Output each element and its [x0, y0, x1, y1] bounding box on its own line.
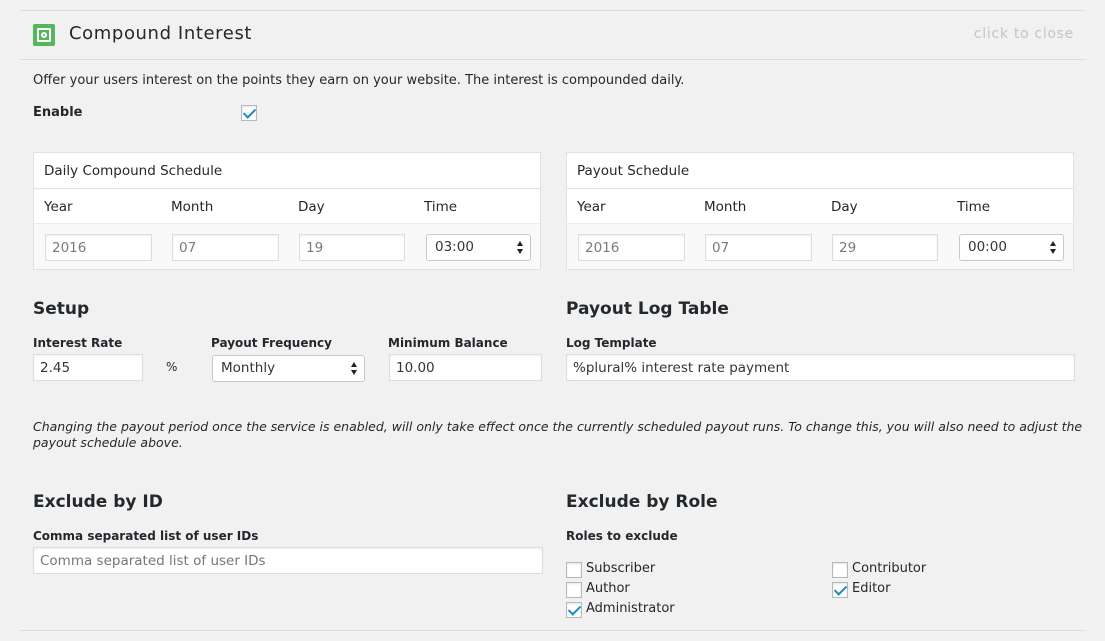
minimum-balance-label: Minimum Balance	[388, 336, 508, 350]
role-subscriber-checkbox[interactable]	[566, 562, 582, 578]
exclude-by-id-heading: Exclude by ID	[33, 492, 163, 512]
exclude-ids-input[interactable]	[33, 547, 543, 574]
payout-time-select[interactable]: 00:00	[959, 234, 1064, 261]
role-contributor-label: Contributor	[852, 561, 927, 576]
daily-day-label: Day	[298, 199, 325, 215]
role-subscriber-label: Subscriber	[586, 561, 656, 576]
select-arrows-icon	[1050, 240, 1057, 255]
module-title: Compound Interest	[69, 23, 253, 44]
percent-symbol: %	[166, 360, 178, 374]
role-author-checkbox[interactable]	[566, 582, 582, 598]
enable-label: Enable	[33, 105, 83, 120]
daily-year-label: Year	[44, 199, 73, 215]
minimum-balance-input[interactable]	[389, 354, 542, 381]
roles-to-exclude-label: Roles to exclude	[566, 529, 678, 543]
daily-time-select[interactable]: 03:00	[426, 234, 531, 261]
select-arrows-icon	[351, 361, 358, 376]
log-template-label: Log Template	[566, 336, 657, 350]
payout-frequency-select[interactable]: Monthly	[212, 355, 365, 382]
payout-year-label: Year	[577, 199, 606, 215]
daily-schedule-title: Daily Compound Schedule	[34, 153, 540, 189]
module-description: Offer your users interest on the points …	[33, 73, 685, 88]
log-template-input[interactable]	[566, 354, 1075, 381]
daily-year-input[interactable]	[45, 234, 152, 261]
daily-month-label: Month	[171, 199, 214, 215]
daily-compound-schedule-box: Daily Compound Schedule Year Month Day T…	[33, 152, 541, 270]
role-administrator-label: Administrator	[586, 601, 675, 616]
setup-heading: Setup	[33, 299, 90, 319]
payout-frequency-value: Monthly	[221, 360, 276, 376]
enable-checkbox[interactable]	[241, 105, 257, 121]
role-administrator-checkbox[interactable]	[566, 602, 582, 618]
payout-day-label: Day	[831, 199, 858, 215]
select-arrows-icon	[517, 240, 524, 255]
payout-log-heading: Payout Log Table	[566, 299, 729, 319]
role-contributor-checkbox[interactable]	[832, 562, 848, 578]
interest-rate-input[interactable]	[33, 354, 143, 381]
daily-day-input[interactable]	[299, 234, 405, 261]
payout-schedule-box: Payout Schedule Year Month Day Time 00:0…	[566, 152, 1074, 270]
role-editor-checkbox[interactable]	[832, 582, 848, 598]
payout-time-label: Time	[957, 199, 991, 215]
header-divider	[20, 59, 1085, 60]
payout-time-value: 00:00	[968, 239, 1007, 255]
payout-month-input[interactable]	[705, 234, 812, 261]
payout-frequency-label: Payout Frequency	[211, 336, 332, 350]
exclude-ids-label: Comma separated list of user IDs	[33, 529, 259, 543]
safe-icon	[33, 24, 55, 46]
daily-month-input[interactable]	[172, 234, 279, 261]
payout-schedule-header-row	[567, 190, 1073, 224]
payout-change-note: Changing the payout period once the serv…	[33, 419, 1083, 450]
bottom-divider	[20, 630, 1085, 631]
daily-time-label: Time	[424, 199, 458, 215]
daily-schedule-header-row	[34, 190, 540, 224]
role-editor-label: Editor	[852, 581, 891, 596]
click-to-close-link[interactable]: click to close	[974, 26, 1074, 42]
payout-day-input[interactable]	[832, 234, 938, 261]
daily-time-value: 03:00	[435, 239, 474, 255]
interest-rate-label: Interest Rate	[33, 336, 123, 350]
payout-year-input[interactable]	[578, 234, 685, 261]
exclude-by-role-heading: Exclude by Role	[566, 492, 718, 512]
role-author-label: Author	[586, 581, 630, 596]
top-divider	[20, 10, 1085, 11]
payout-schedule-title: Payout Schedule	[567, 153, 1073, 189]
payout-month-label: Month	[704, 199, 747, 215]
